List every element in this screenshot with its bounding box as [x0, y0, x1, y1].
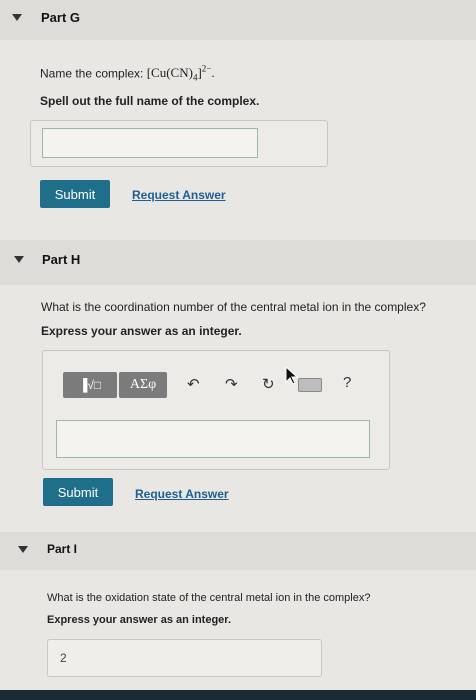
part-h-title: Part H: [42, 252, 81, 267]
part-g-answer-field[interactable]: [42, 128, 258, 158]
part-h-instruction: Express your answer as an integer.: [41, 324, 242, 338]
help-button[interactable]: ?: [343, 374, 351, 391]
part-g-question-text: Name the complex:: [40, 66, 147, 81]
bottom-bar: [0, 690, 476, 700]
part-h-question: What is the coordination number of the c…: [41, 300, 426, 314]
symbols-button[interactable]: ΑΣφ: [119, 372, 167, 398]
formula-period: .: [211, 65, 215, 81]
part-i-answer-field[interactable]: 2: [47, 639, 322, 677]
formula-open: [Cu(CN): [146, 65, 193, 81]
part-g-request-answer-link[interactable]: Request Answer: [132, 188, 226, 202]
part-i-title: Part I: [47, 542, 78, 556]
part-h-submit-button[interactable]: Submit: [43, 478, 113, 506]
part-h-request-answer-link[interactable]: Request Answer: [135, 487, 229, 501]
part-g-question: Name the complex: [Cu(CN)4]2−.: [40, 64, 215, 83]
part-i-question: What is the oxidation state of the centr…: [47, 592, 371, 604]
undo-icon[interactable]: ↶: [187, 375, 200, 393]
collapse-arrow-icon[interactable]: [18, 546, 28, 553]
part-g-title: Part G: [41, 10, 81, 25]
formula-charge: 2−: [201, 64, 212, 74]
part-h-answer-field[interactable]: [56, 420, 370, 458]
redo-icon[interactable]: ↷: [225, 375, 238, 393]
complex-formula: [Cu(CN)4]2−.: [146, 64, 215, 83]
part-g-submit-button[interactable]: Submit: [40, 180, 110, 208]
part-g-instruction: Spell out the full name of the complex.: [40, 94, 260, 108]
part-i-instruction: Express your answer as an integer.: [47, 614, 232, 626]
template-button[interactable]: ▐√□: [63, 372, 117, 398]
collapse-arrow-icon[interactable]: [14, 256, 24, 263]
reset-icon[interactable]: ↻: [262, 375, 275, 393]
keyboard-icon[interactable]: [298, 378, 322, 392]
collapse-arrow-icon[interactable]: [12, 14, 22, 21]
mouse-cursor-icon: [285, 366, 298, 385]
part-i-answer-value: 2: [60, 651, 67, 665]
